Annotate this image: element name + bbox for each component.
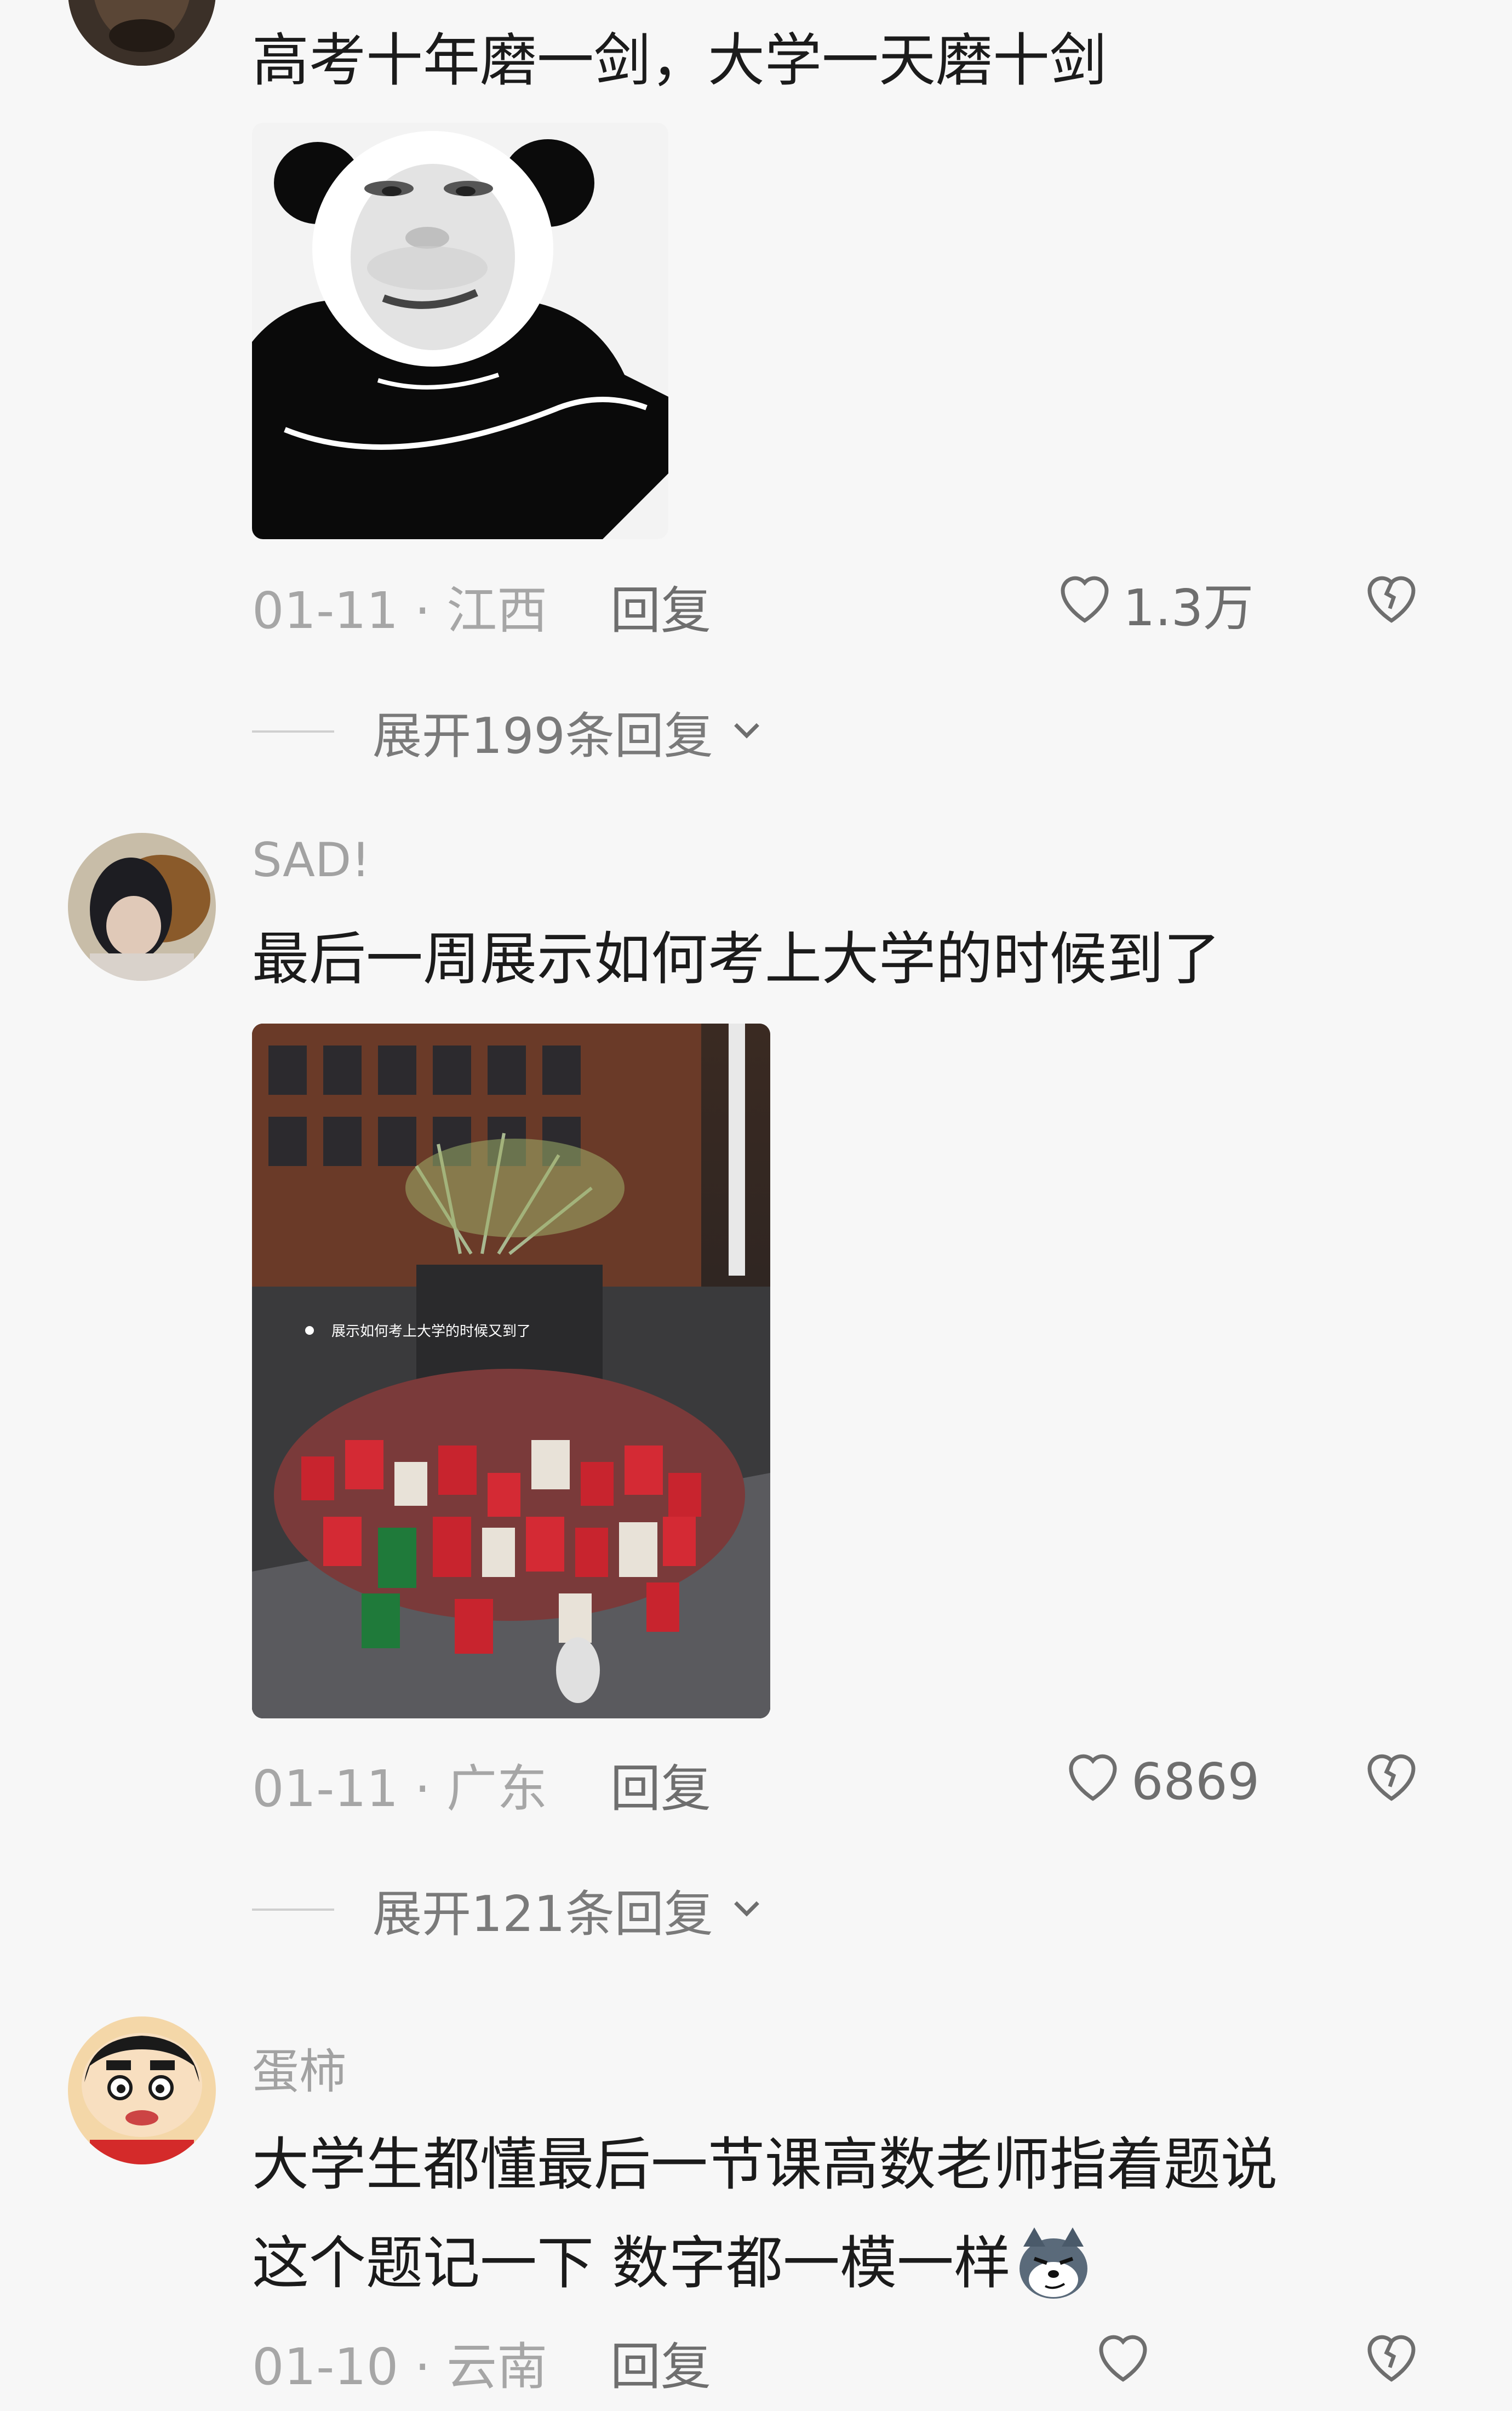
broken-heart-icon [1359,576,1424,632]
smirking-dog-emoji [1015,2225,1092,2301]
comment-date-location: 01-11 · 广东 [252,1759,548,1818]
like-button[interactable] [1090,2323,1156,2401]
avatar[interactable] [68,2016,216,2164]
expand-replies-label: 展开199条回复 [373,707,713,765]
heart-icon [1052,564,1118,642]
avatar[interactable] [68,833,216,981]
username[interactable]: 蛋柿 [252,2033,346,2101]
comment-date-location: 01-10 · 云南 [252,2338,548,2396]
divider-line [252,730,334,733]
comment-text: 最后一周展示如何考上大学的时候到了 [252,925,1221,992]
comment-text: 大学生都懂最后一节课高数老师指着题说 [252,2131,1278,2198]
divider-line [252,1909,334,1911]
expand-replies[interactable]: 展开121条回复 [252,1874,766,1945]
chevron-down-icon [728,1881,766,1939]
reply-button[interactable]: 回复 [610,570,711,643]
chevron-down-icon [728,703,766,761]
expand-replies-label: 展开121条回复 [373,1886,713,1943]
expand-replies[interactable]: 展开199条回复 [252,696,766,767]
dislike-button[interactable] [1359,1742,1424,1810]
broken-heart-icon [1359,1754,1424,1810]
reply-button[interactable]: 回复 [610,1748,711,1821]
photo-caption: 展示如何考上大学的时候又到了 [331,1323,531,1340]
like-count: 6869 [1131,1752,1260,1811]
reply-button[interactable]: 回复 [610,2326,711,2399]
avatar[interactable] [68,0,216,66]
comment-text-line2: 这个题记一下 数字都一模一样 [252,2230,1011,2296]
comment-text: 高考十年磨一剑，大学一天磨十剑 [252,27,1107,94]
heart-icon [1060,1742,1126,1820]
campus-bags-photo[interactable]: 展示如何考上大学的时候又到了 [252,1024,770,1718]
dislike-button[interactable] [1359,2323,1424,2391]
broken-heart-icon [1359,2335,1424,2391]
comment-date-location: 01-11 · 江西 [252,581,548,640]
like-count: 1.3万 [1123,578,1254,637]
like-button[interactable]: 6869 [1060,1742,1259,1820]
dislike-button[interactable] [1359,564,1424,632]
like-button[interactable]: 1.3万 [1052,564,1253,642]
username[interactable]: SAD! [252,833,370,888]
comment-text: 这个题记一下 数字都一模一样 [252,2214,1092,2312]
heart-icon [1090,2323,1156,2401]
panda-meme-image[interactable] [252,123,668,539]
